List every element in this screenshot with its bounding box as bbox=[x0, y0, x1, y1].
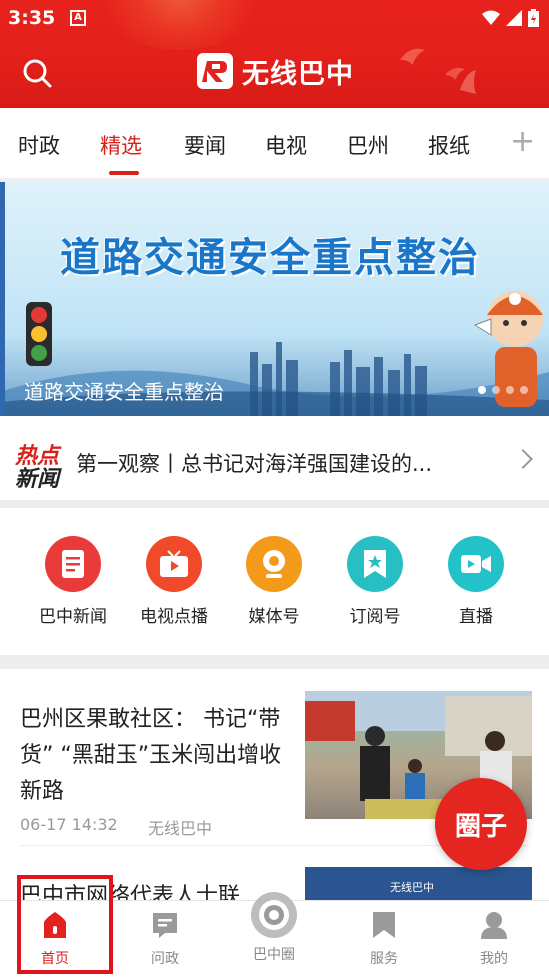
news-icon bbox=[45, 536, 101, 592]
quick-item-media[interactable]: 媒体号 bbox=[224, 536, 324, 627]
quick-item-label: 订阅号 bbox=[349, 607, 401, 627]
bookmark-star-icon bbox=[347, 536, 403, 592]
tab-baozhi[interactable]: 报纸 bbox=[428, 130, 470, 160]
divider bbox=[0, 655, 549, 669]
wifi-icon bbox=[482, 10, 500, 25]
quick-item-news[interactable]: 巴中新闻 bbox=[23, 536, 123, 627]
app-logo bbox=[197, 53, 233, 89]
tab-jingxuan[interactable]: 精选 bbox=[100, 130, 142, 160]
article-source: 无线巴中 bbox=[148, 819, 213, 838]
nav-service[interactable]: 服务 bbox=[344, 910, 424, 968]
nav-label: 巴中圈 bbox=[253, 947, 295, 963]
nav-mine[interactable]: 我的 bbox=[454, 910, 534, 968]
status-time: 3:35 bbox=[8, 7, 56, 29]
carousel-dots bbox=[478, 386, 528, 394]
circle-floating-button[interactable]: 圈子 bbox=[435, 778, 527, 870]
bookmark-icon bbox=[373, 912, 395, 938]
banner-headline: 道路交通安全重点整治 bbox=[60, 235, 480, 281]
quick-item-label: 巴中新闻 bbox=[39, 607, 107, 627]
quick-item-label: 媒体号 bbox=[248, 607, 300, 627]
nav-label: 服务 bbox=[370, 951, 398, 967]
hot-news-text[interactable]: 第一观察丨总书记对海洋强国建设的... bbox=[76, 448, 432, 478]
quick-item-label: 直播 bbox=[459, 607, 493, 627]
article-title[interactable]: 巴州区果敢社区： 书记“带货” “黑甜玉”玉米闯出增收新路 bbox=[20, 702, 285, 810]
video-camera-icon bbox=[448, 536, 504, 592]
quick-item-tv[interactable]: 电视点播 bbox=[124, 536, 224, 627]
channel-tabs: 时政 精选 要闻 电视 巴州 报纸 bbox=[0, 108, 549, 178]
tv-icon bbox=[146, 536, 202, 592]
message-icon bbox=[153, 913, 177, 938]
nav-label: 我的 bbox=[480, 951, 508, 967]
carousel-dot[interactable] bbox=[478, 386, 486, 394]
status-icons bbox=[482, 8, 539, 28]
camera-lens-icon bbox=[251, 892, 297, 938]
quick-item-live[interactable]: 直播 bbox=[426, 536, 526, 627]
carousel-dot[interactable] bbox=[492, 386, 500, 394]
carousel-dot[interactable] bbox=[520, 386, 528, 394]
nav-label: 问政 bbox=[151, 951, 179, 967]
tab-shizheng[interactable]: 时政 bbox=[18, 130, 60, 160]
banner-caption: 道路交通安全重点整治 bbox=[24, 380, 224, 404]
nav-bazhongquan[interactable]: 巴中圈 bbox=[234, 890, 314, 964]
mascot-illustration bbox=[473, 291, 543, 407]
quick-item-label: 电视点播 bbox=[140, 607, 208, 627]
tab-active-indicator bbox=[109, 171, 139, 175]
plus-icon[interactable]: + bbox=[510, 124, 535, 159]
thumbnail-caption: 无线巴中 bbox=[390, 881, 434, 894]
traffic-light-icon bbox=[26, 302, 52, 366]
search-icon[interactable] bbox=[22, 58, 52, 88]
tab-dianshi[interactable]: 电视 bbox=[265, 130, 307, 160]
user-icon bbox=[481, 912, 507, 939]
battery-icon bbox=[528, 9, 539, 27]
hot-news-logo-bottom: 新闻 bbox=[15, 467, 60, 492]
banner-edge bbox=[0, 182, 5, 416]
nav-wenzheng[interactable]: 问政 bbox=[125, 910, 205, 968]
quick-item-subscribe[interactable]: 订阅号 bbox=[325, 536, 425, 627]
app-title: 无线巴中 bbox=[242, 59, 354, 90]
webcam-icon bbox=[246, 536, 302, 592]
divider bbox=[0, 500, 549, 508]
status-bar: 3:35 A bbox=[0, 0, 549, 36]
tab-bazhou[interactable]: 巴州 bbox=[347, 130, 389, 160]
tab-yaowen[interactable]: 要闻 bbox=[184, 130, 226, 160]
notification-icon: A bbox=[70, 10, 86, 26]
signal-icon bbox=[506, 10, 522, 26]
carousel-dot[interactable] bbox=[506, 386, 514, 394]
article-time: 06-17 14:32 bbox=[20, 815, 118, 834]
selection-highlight bbox=[17, 875, 113, 974]
